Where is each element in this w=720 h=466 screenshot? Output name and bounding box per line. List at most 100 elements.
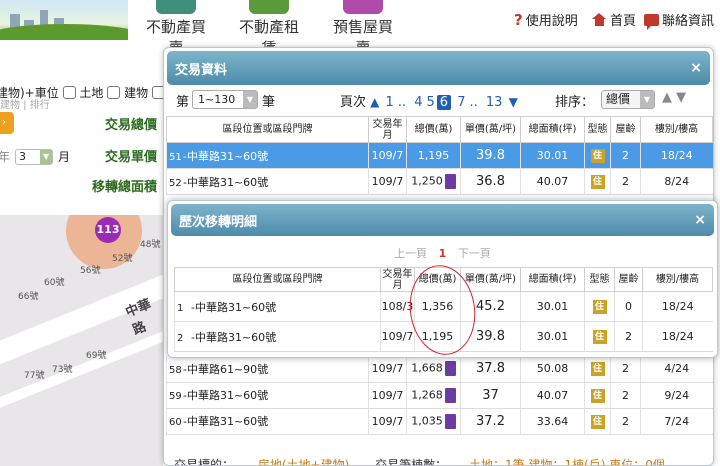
page-link[interactable]: 1 xyxy=(386,95,394,110)
floor-cell-text: 8/24 xyxy=(664,175,690,188)
stat-total-price[interactable]: 交易總價 xyxy=(105,114,157,133)
age-cell-text: 2 xyxy=(625,330,632,343)
column-header: 交易年月 xyxy=(368,116,407,143)
age-cell: 0 xyxy=(614,291,643,322)
table-row[interactable]: 52-中華路31~60號 109/7 1,250 36.8 40.07 住 2 8/24 xyxy=(166,168,713,195)
sort-select[interactable]: 總價 ▼ xyxy=(601,90,655,109)
date-cell-text: 109/7 xyxy=(371,414,404,428)
address-text: -中華路31~60號 xyxy=(191,300,277,314)
stat-unit-price[interactable]: 交易單價 xyxy=(105,146,157,165)
close-icon[interactable]: × xyxy=(690,60,702,76)
land-checkbox[interactable] xyxy=(62,86,76,99)
sort-desc-icon[interactable]: ▼ xyxy=(676,90,686,105)
address-text: -中華路61~90號 xyxy=(183,362,269,376)
unit-price-cell: 36.8 xyxy=(460,168,521,195)
unit-price-cell-text: 39.8 xyxy=(476,329,505,344)
help-link[interactable]: ? 使用說明 xyxy=(514,10,578,30)
tab-real-estate-rent[interactable]: 不動產租賃 xyxy=(233,0,305,57)
date-cell-text: 109/7 xyxy=(371,175,404,188)
map-view[interactable]: 113 48號 52號 56號 60號 66號 中華路 69號 73號 77號 xyxy=(0,215,163,466)
floor-cell-text: 18/24 xyxy=(661,330,694,343)
stat-total-area[interactable]: 移轉總面積 xyxy=(92,176,157,195)
area-cell-text: 30.01 xyxy=(536,330,569,343)
area-cell: 50.08 xyxy=(520,356,585,383)
area-cell-text: 30.01 xyxy=(536,149,569,162)
address-cell: 1 -中華路31~60號 xyxy=(174,291,381,322)
date-cell-text: 109/7 xyxy=(371,362,404,376)
total-price-cell-text: 1,268 xyxy=(411,388,443,401)
row-number: 52 xyxy=(169,177,182,189)
table-row[interactable]: 59-中華路31~60號 109/7 1,268 37 40.07 住 2 9/24 xyxy=(166,382,713,409)
table-row[interactable]: 58-中華路61~90號 109/7 1,668 37.8 50.08 住 2 4/24 xyxy=(166,356,713,383)
top-header: 不動產買賣 不動產租賃 預售屋買賣 ? 使用說明 首頁 聯絡資訊 xyxy=(0,0,720,57)
total-price-cell: 1,195 xyxy=(406,142,461,169)
type-cell: 住 xyxy=(584,168,611,195)
date-cell: 109/7 xyxy=(368,168,407,195)
age-cell: 2 xyxy=(610,142,641,169)
unit-price-cell: 39.8 xyxy=(460,142,521,169)
type-cell: 住 xyxy=(584,142,611,169)
address-cell: 52-中華路31~60號 xyxy=(166,168,369,195)
dialog-titlebar[interactable]: 交易資料 × xyxy=(167,51,710,85)
page-ellipsis: .. xyxy=(397,95,407,110)
table-row[interactable]: 51-中華路31~60號 109/7 1,195 39.8 30.01 住 2 18/24 xyxy=(166,142,713,169)
close-icon[interactable]: × xyxy=(694,212,706,228)
residential-badge: 住 xyxy=(590,362,605,377)
transaction-cluster-marker[interactable]: 113 xyxy=(95,217,121,243)
table-header: 區段位置或區段門牌 交易年月 總價(萬) 單價(萬/坪) 總面積(坪) 型態 屋… xyxy=(174,267,713,292)
page-label: 頁次 xyxy=(340,95,367,110)
summary-value: 土地：1筆 建物：1棟(戶) 車位：0個 xyxy=(468,458,665,466)
page-link[interactable]: 7 xyxy=(457,95,465,110)
month-select[interactable]: 3 ▼ xyxy=(15,148,54,165)
next-page-link[interactable]: 下一頁 xyxy=(458,247,491,260)
page-link[interactable]: 4 xyxy=(414,95,422,110)
tab-real-estate-sale[interactable]: 不動產買賣 xyxy=(140,0,212,57)
next-page-icon[interactable]: ▼ xyxy=(509,95,518,109)
age-cell-text: 0 xyxy=(625,300,632,313)
area-cell: 40.07 xyxy=(520,168,585,195)
map-label: 66號 xyxy=(18,292,39,302)
table-row[interactable]: 60-中華路31~60號 109/7 1,035 37.2 33.64 住 2 7/24 xyxy=(166,408,713,435)
expand-button[interactable]: › xyxy=(0,112,14,134)
page-navigation: 頁次 ▲ 1.. 456 7.. 13 ▼ xyxy=(340,91,518,110)
floor-cell: 7/24 xyxy=(640,408,713,435)
date-cell-text: 109/7 xyxy=(371,388,404,402)
area-cell: 30.01 xyxy=(520,291,585,322)
map-label: 60號 xyxy=(44,278,65,288)
residential-badge: 住 xyxy=(590,388,605,403)
unit-price-cell: 37.8 xyxy=(460,356,521,383)
prev-page-icon[interactable]: ▲ xyxy=(370,95,379,109)
table-row[interactable]: 1 -中華路31~60號 108/3 1,356 45.2 30.01 住 0 18/24 xyxy=(174,291,713,322)
age-cell-text: 2 xyxy=(622,175,629,188)
date-cell-text: 109/7 xyxy=(371,149,404,162)
page-link[interactable]: 5 xyxy=(427,95,435,110)
column-header: 屋齡 xyxy=(614,267,643,292)
address-cell: 60-中華路31~60號 xyxy=(166,408,369,435)
home-link[interactable]: 首頁 xyxy=(592,10,636,29)
floor-cell-text: 7/24 xyxy=(664,414,690,428)
sort-asc-icon[interactable]: ▲ xyxy=(662,90,672,105)
total-price-cell: 1,668 xyxy=(406,356,461,383)
contact-link[interactable]: 聯絡資訊 xyxy=(644,10,714,30)
total-price-cell-text: 1,195 xyxy=(421,330,454,343)
site-logo-banner[interactable] xyxy=(0,0,128,40)
total-price-cell: 1,250 xyxy=(406,168,461,195)
page-link[interactable]: 13 xyxy=(486,95,503,110)
building-checkbox[interactable] xyxy=(107,86,121,99)
total-price-cell-text: 1,035 xyxy=(411,414,443,427)
unit-price-cell: 37 xyxy=(460,382,521,409)
table-row[interactable]: 2 -中華路31~60號 109/7 1,195 39.8 30.01 住 2 18/24 xyxy=(174,321,713,352)
unit-price-cell: 45.2 xyxy=(460,291,521,322)
prev-page-link[interactable]: 上一頁 xyxy=(394,247,427,260)
area-cell-text: 30.01 xyxy=(536,300,569,313)
chevron-down-icon: ▼ xyxy=(243,91,257,108)
tab-presale-sale[interactable]: 預售屋買賣 xyxy=(327,0,399,57)
address-text: -中華路31~60號 xyxy=(191,330,277,344)
residential-badge: 住 xyxy=(590,414,605,429)
range-select[interactable]: 1~130 ▼ xyxy=(192,90,258,109)
dialog-title: 交易資料 xyxy=(175,62,228,78)
column-header: 總價(萬) xyxy=(406,116,461,143)
history-titlebar[interactable]: 歷次移轉明細 × xyxy=(171,204,714,236)
column-header: 總面積(坪) xyxy=(520,116,585,143)
column-header: 樓別/樓高 xyxy=(640,116,713,143)
